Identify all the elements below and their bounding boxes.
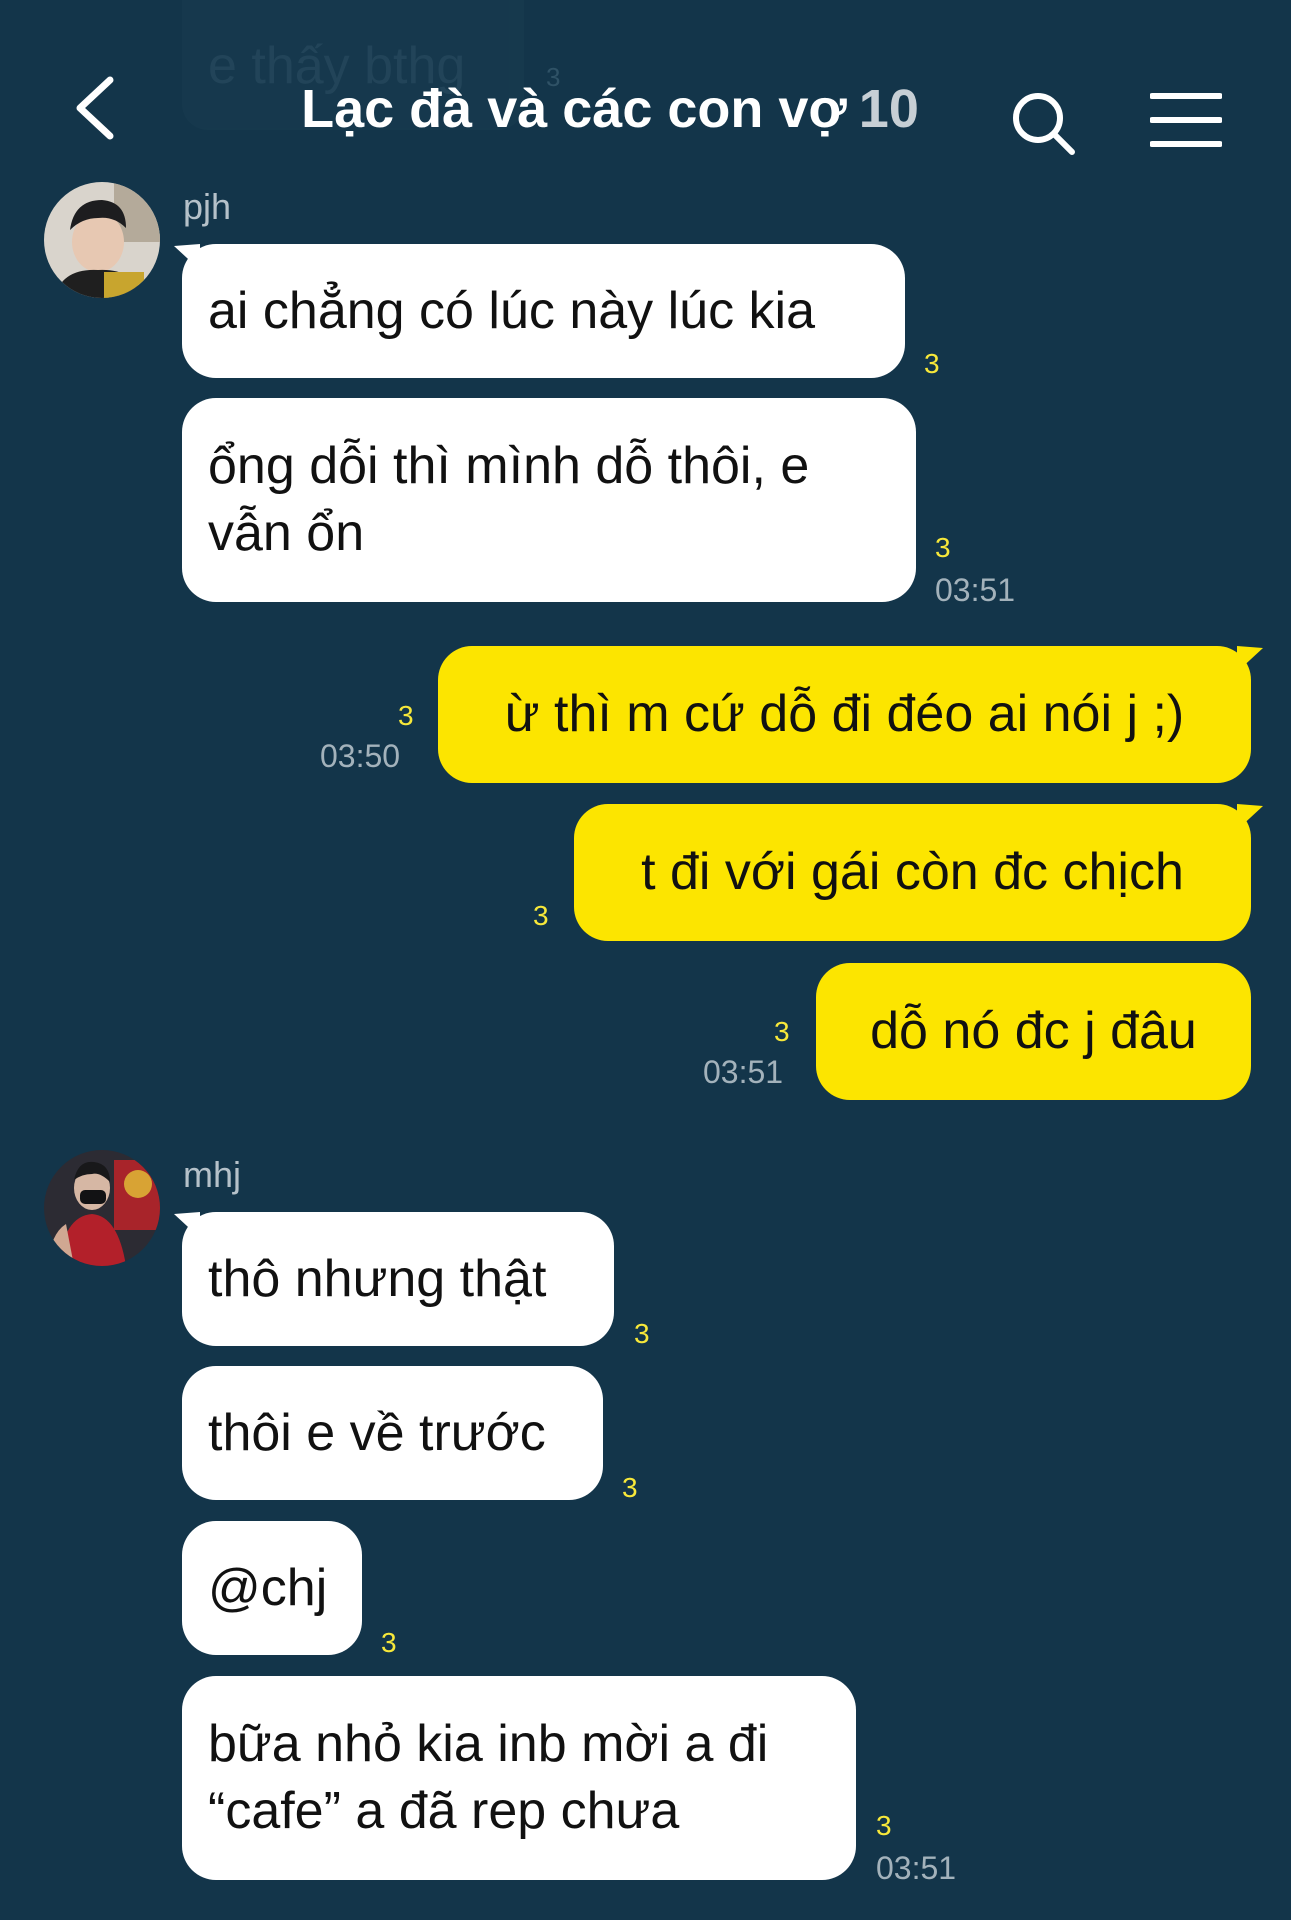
chat-header: Lạc đà và các con vợ 10 <box>0 40 1291 180</box>
message-bubble[interactable]: ổng dỗi thì mình dỗ thôi, e vẫn ổn <box>182 398 916 602</box>
read-count: 3 <box>935 532 951 563</box>
bubble-tail <box>1237 804 1263 830</box>
message-bubble[interactable]: bữa nhỏ kia inb mời a đi “cafe” a đã rep… <box>182 1676 856 1880</box>
member-count: 10 <box>858 79 919 139</box>
message-line: “cafe” a đã rep chưa <box>208 1782 680 1840</box>
message-bubble[interactable]: t đi với gái còn đc chịch <box>574 804 1251 941</box>
message-line: vẫn ổn <box>208 504 365 562</box>
message-text: ai chẳng có lúc này lúc kia <box>208 281 816 340</box>
avatar[interactable] <box>44 182 160 298</box>
message-bubble[interactable]: thô nhưng thật <box>182 1212 614 1346</box>
timestamp: 03:51 <box>935 572 1016 608</box>
search-icon[interactable] <box>1010 90 1080 160</box>
message-bubble[interactable]: @chj <box>182 1521 362 1655</box>
message-text: t đi với gái còn đc chịch <box>641 843 1184 902</box>
read-count: 3 <box>634 1318 650 1349</box>
message-bubble[interactable]: thôi e về trước <box>182 1366 603 1500</box>
message-text: ổng dỗi thì mình dỗ thôi, e vẫn ổn <box>208 433 809 566</box>
message-text: @chj <box>208 1558 328 1617</box>
message-line: bữa nhỏ kia inb mời a đi <box>208 1715 769 1774</box>
message-bubble[interactable]: dỗ nó đc j đâu <box>816 963 1251 1100</box>
timestamp: 03:50 <box>320 738 401 774</box>
read-count: 3 <box>876 1810 892 1841</box>
timestamp: 03:51 <box>876 1850 957 1886</box>
chat-room-name: Lạc đà và các con vợ <box>301 79 847 139</box>
bubble-tail <box>1237 646 1263 672</box>
message-bubble[interactable]: ừ thì m cứ dỗ đi đéo ai nói j ;) <box>438 646 1251 783</box>
timestamp: 03:51 <box>703 1054 784 1090</box>
read-count: 3 <box>774 1016 790 1047</box>
message-text: thôi e về trước <box>208 1403 546 1462</box>
read-count: 3 <box>533 900 549 931</box>
message-text: bữa nhỏ kia inb mời a đi “cafe” a đã rep… <box>208 1711 768 1844</box>
read-count: 3 <box>924 348 940 379</box>
message-text: ừ thì m cứ dỗ đi đéo ai nói j ;) <box>504 685 1185 744</box>
sender-name: mhj <box>183 1154 242 1195</box>
menu-icon[interactable] <box>1150 90 1222 150</box>
read-count: 3 <box>622 1472 638 1503</box>
message-text: thô nhưng thật <box>208 1249 547 1308</box>
message-text: dỗ nó đc j đâu <box>870 1002 1197 1061</box>
message-bubble[interactable]: ai chẳng có lúc này lúc kia <box>182 244 905 378</box>
avatar[interactable] <box>44 1150 160 1266</box>
sender-name: pjh <box>183 186 232 227</box>
message-line: ổng dỗi thì mình dỗ thôi, e <box>208 437 810 496</box>
read-count: 3 <box>398 700 414 731</box>
read-count: 3 <box>381 1627 397 1658</box>
